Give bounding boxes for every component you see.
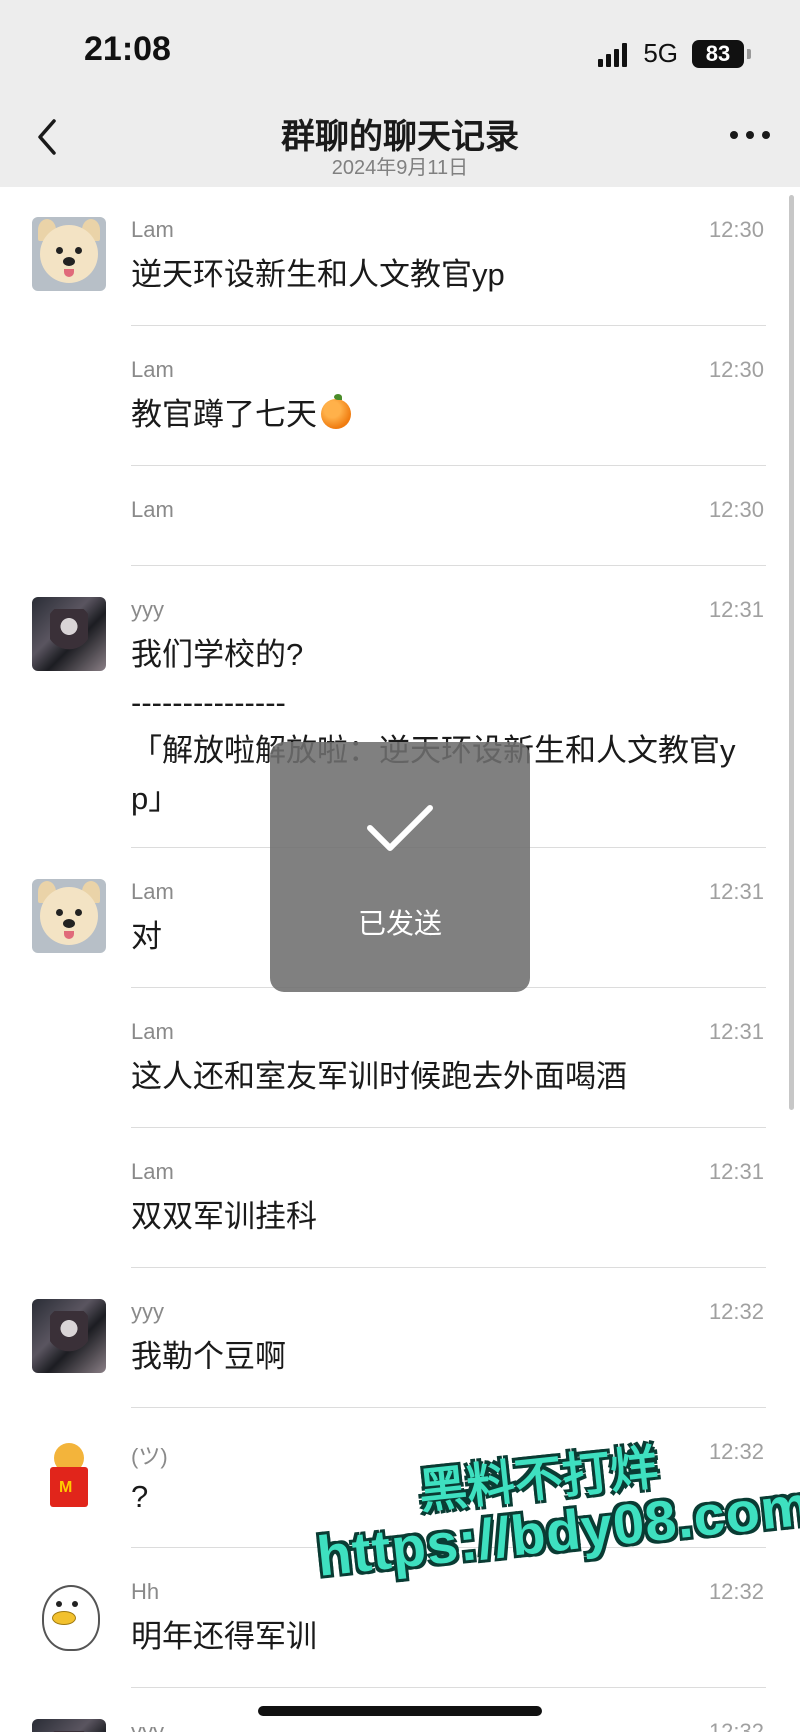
message-time: 12:32 xyxy=(708,1439,764,1464)
message-time: 12:30 xyxy=(708,357,764,382)
sender-name: Lam xyxy=(131,217,174,242)
message-time: 12:32 xyxy=(708,1719,764,1732)
message-text: 双双军训挂科 xyxy=(131,1199,317,1234)
home-indicator[interactable] xyxy=(258,1706,542,1716)
avatar[interactable] xyxy=(32,1719,106,1732)
status-indicators: 5G 83 xyxy=(598,38,751,69)
divider xyxy=(131,1407,766,1408)
page-subtitle-date: 2024年9月11日 xyxy=(331,157,469,179)
sender-name: Lam xyxy=(131,879,174,904)
divider xyxy=(131,1267,766,1268)
divider xyxy=(131,325,766,326)
message-time: 12:31 xyxy=(708,597,764,622)
list-item[interactable]: Lam 12:30 逆天环设新生和人文教官yp xyxy=(0,187,800,327)
sender-name: yyy xyxy=(131,597,164,622)
scrollbar[interactable] xyxy=(789,195,794,1110)
message-time: 12:31 xyxy=(708,1159,764,1184)
network-type: 5G xyxy=(643,38,678,68)
sent-toast: 已发送 xyxy=(270,742,530,992)
battery-icon: 83 xyxy=(692,39,751,68)
list-item[interactable]: yyy 12:32 我勒个豆啊 xyxy=(0,1269,800,1409)
sender-name: Lam xyxy=(131,1019,174,1044)
avatar[interactable] xyxy=(32,1579,106,1653)
more-dots-icon xyxy=(730,131,738,139)
message-time: 12:31 xyxy=(708,1019,764,1044)
message-text: 这人还和室友军训时候跑去外面喝酒 xyxy=(131,1059,627,1094)
avatar[interactable] xyxy=(32,217,106,291)
message-text: 明年还得军训 xyxy=(131,1619,317,1654)
sender-name: (ツ) xyxy=(131,1444,168,1469)
message-text: 逆天环设新生和人文教官yp xyxy=(131,257,505,292)
avatar[interactable] xyxy=(32,1299,106,1373)
check-icon xyxy=(367,805,433,851)
list-item[interactable]: Lam 12:31 这人还和室友军训时候跑去外面喝酒 xyxy=(0,989,800,1129)
sender-name: Lam xyxy=(131,497,174,522)
avatar[interactable] xyxy=(32,879,106,953)
more-options-button[interactable] xyxy=(730,131,770,139)
toast-text: 已发送 xyxy=(357,908,442,939)
divider xyxy=(131,1687,766,1688)
list-item[interactable]: Lam 12:31 双双军训挂科 xyxy=(0,1129,800,1269)
message-time: 12:32 xyxy=(708,1299,764,1324)
sender-name: yyy xyxy=(131,1299,164,1324)
divider xyxy=(131,565,766,566)
sender-name: Lam xyxy=(131,357,174,382)
message-time: 12:32 xyxy=(708,1579,764,1604)
list-item[interactable]: Lam 12:30 教官蹲了七天 xyxy=(0,327,800,467)
signal-icon xyxy=(598,41,628,67)
message-time: 12:30 xyxy=(708,497,764,522)
divider xyxy=(131,465,766,466)
sender-name: Hh xyxy=(131,1579,160,1604)
avatar[interactable] xyxy=(32,597,106,671)
message-time: 12:30 xyxy=(708,217,764,242)
chat-record-list[interactable]: Lam 12:30 逆天环设新生和人文教官yp Lam 12:30 教官蹲了七天… xyxy=(0,187,800,1732)
sender-name: Lam xyxy=(131,1159,174,1184)
divider xyxy=(131,1127,766,1128)
status-bar: 21:08 5G 83 xyxy=(0,0,800,95)
orange-emoji-icon xyxy=(321,394,351,429)
list-item[interactable]: Lam 12:30 xyxy=(0,467,800,567)
nav-bar: 群聊的聊天记录 2024年9月11日 xyxy=(0,95,800,187)
message-time: 12:31 xyxy=(708,879,764,904)
message-text: 我勒个豆啊 xyxy=(131,1339,286,1374)
avatar[interactable]: M xyxy=(32,1439,106,1513)
sender-name: yyy xyxy=(131,1719,164,1732)
message-text: 教官蹲了七天 xyxy=(131,391,761,439)
status-time: 21:08 xyxy=(84,30,171,68)
